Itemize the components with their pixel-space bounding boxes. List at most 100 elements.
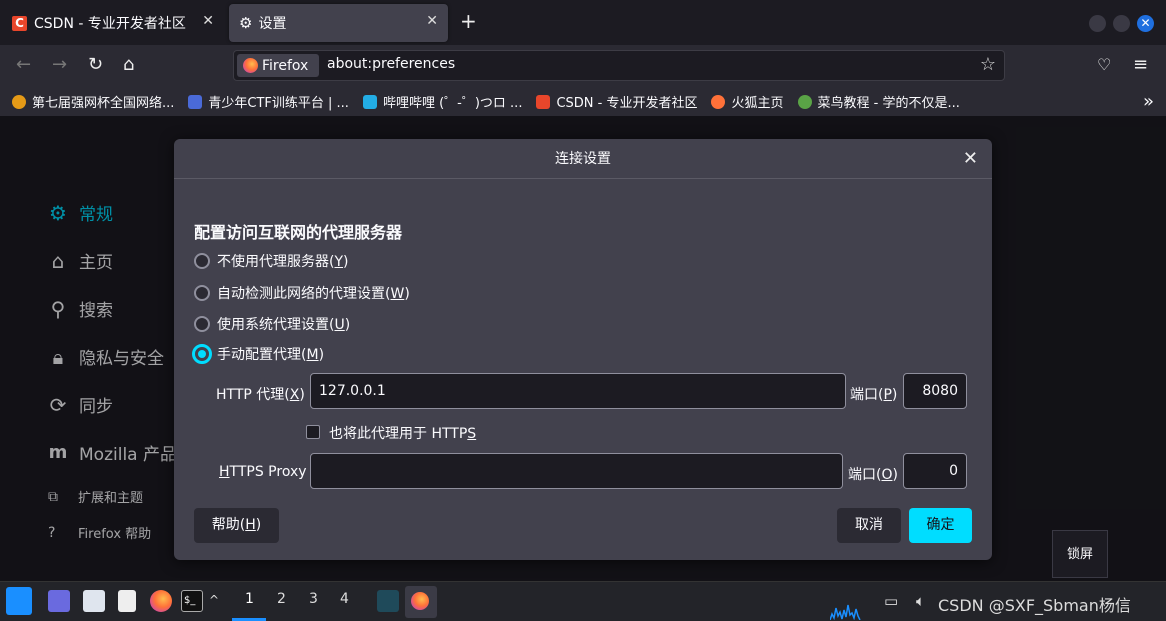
url-bar[interactable]: Firefox about:preferences ☆ (233, 50, 1005, 81)
https-port-label: 端口(O) (848, 467, 898, 483)
maximize-button[interactable] (1113, 15, 1130, 32)
bookmark-label: 火狐主页 (731, 96, 784, 111)
http-proxy-label: HTTP 代理(X) (216, 387, 305, 403)
network-graph (830, 604, 861, 620)
access-key: H (219, 464, 230, 480)
forward-arrow-icon[interactable]: → (52, 54, 67, 76)
bookmark-item[interactable]: CSDN - 专业开发者社区 (536, 92, 697, 111)
also-https-label: 也将此代理用于 HTTPS (329, 423, 476, 443)
text-editor-icon[interactable] (118, 590, 136, 612)
bookmark-star-icon[interactable]: ☆ (980, 54, 996, 75)
bookmark-label: 菜鸟教程 - 学的不仅是... (817, 96, 960, 111)
radio-button[interactable] (194, 316, 210, 332)
http-port-input[interactable]: 8080 (903, 373, 967, 409)
csdn-icon: C (12, 15, 27, 31)
https-proxy-label: HTTPS Proxy (219, 464, 307, 480)
bookmark-item[interactable]: 第七届强网杯全国网络... (12, 92, 174, 111)
firefox-icon (243, 58, 258, 73)
chevron-up-icon[interactable]: ^ (209, 593, 219, 607)
radio-button-selected[interactable] (192, 344, 212, 364)
radio-text-end: ) (404, 286, 410, 302)
access-key: U (334, 317, 345, 333)
access-key: H (245, 517, 256, 533)
radio-system-proxy[interactable]: 使用系统代理设置(U) (194, 314, 350, 334)
volume-icon[interactable]: 🔈︎ (916, 592, 925, 610)
tab-bar: C CSDN - 专业开发者社区 ✕ ⚙ 设置 ✕ + ✕ (0, 0, 1166, 45)
desktop-icon[interactable] (48, 590, 70, 612)
radio-no-proxy[interactable]: 不使用代理服务器(Y) (194, 251, 349, 271)
cancel-button[interactable]: 取消 (837, 508, 901, 543)
bookmark-label: 第七届强网杯全国网络... (32, 96, 175, 111)
radio-manual-proxy[interactable]: 手动配置代理(M) (192, 344, 324, 364)
access-key: X (289, 387, 300, 403)
bookmark-icon (797, 94, 812, 109)
bookmark-icon (711, 94, 726, 109)
also-https-checkbox[interactable] (306, 425, 320, 439)
help-button[interactable]: 帮助(H) (194, 508, 279, 543)
new-tab-button[interactable]: + (460, 11, 477, 31)
workspace-3[interactable]: 3 (309, 591, 318, 607)
close-tab-icon[interactable]: ✕ (426, 13, 438, 29)
http-port-label: 端口(P) (850, 387, 898, 403)
tab-title: CSDN - 专业开发者社区 (34, 16, 186, 32)
radio-button[interactable] (194, 285, 210, 301)
radio-text-end: ) (344, 317, 351, 333)
reload-icon[interactable]: ↻ (88, 54, 103, 76)
bookmarks-bar: 第七届强网杯全国网络... 青少年CTF训练平台 | ... 哔哩哔哩 (゜-゜… (0, 87, 1166, 116)
identity-box[interactable]: Firefox (237, 54, 319, 77)
access-key: Y (334, 254, 344, 270)
bookmark-item[interactable]: 菜鸟教程 - 学的不仅是... (797, 92, 960, 111)
radio-text: 不使用代理服务器( (217, 254, 335, 270)
radio-text: 手动配置代理( (217, 347, 307, 363)
close-tab-icon[interactable]: ✕ (202, 13, 214, 29)
watermark-text: CSDN @SXF_Sbman杨信 (938, 596, 1131, 615)
bookmark-item[interactable]: 哔哩哔哩 (゜-゜)つロ ... (362, 92, 522, 111)
minimize-button[interactable] (1089, 15, 1106, 32)
navigation-bar: ← → ↻ ⌂ Firefox about:preferences ☆ ♡ ≡ (0, 45, 1166, 87)
access-key: M (306, 347, 319, 363)
label-text: HTTP 代理( (216, 387, 290, 403)
dialog-header: 连接设置 ✕ (174, 139, 992, 179)
close-window-button[interactable]: ✕ (1137, 15, 1154, 32)
back-arrow-icon[interactable]: ← (16, 54, 31, 76)
burp-icon[interactable] (377, 590, 399, 612)
dialog-heading: 配置访问互联网的代理服务器 (194, 223, 403, 242)
workspace-1[interactable]: 1 (245, 591, 254, 607)
label-text: TTPS Proxy (229, 464, 307, 480)
https-proxy-input[interactable] (310, 453, 843, 489)
lock-screen-tooltip: 锁屏 (1052, 530, 1108, 578)
terminal-icon[interactable]: $_ (181, 590, 203, 612)
https-port-input[interactable]: 0 (903, 453, 967, 489)
firefox-icon (411, 592, 429, 610)
workspace-2[interactable]: 2 (277, 591, 286, 607)
radio-label: 自动检测此网络的代理设置(W) (217, 283, 410, 303)
http-proxy-input[interactable]: 127.0.0.1 (310, 373, 846, 409)
bookmark-item[interactable]: 火狐主页 (711, 92, 784, 111)
file-manager-icon[interactable] (83, 590, 105, 612)
home-icon[interactable]: ⌂ (123, 54, 134, 76)
ok-button[interactable]: 确定 (909, 508, 972, 543)
close-icon[interactable]: ✕ (963, 139, 978, 179)
screen: C CSDN - 专业开发者社区 ✕ ⚙ 设置 ✕ + ✕ ← → ↻ ⌂ Fi… (0, 0, 1166, 621)
access-key: W (390, 286, 405, 302)
display-icon[interactable]: ▭ (884, 592, 898, 610)
chevron-right-icon[interactable]: » (1143, 91, 1154, 112)
firefox-icon[interactable] (150, 590, 172, 612)
url-text[interactable]: about:preferences (327, 56, 455, 72)
workspace-4[interactable]: 4 (340, 591, 349, 607)
radio-button[interactable] (194, 253, 210, 269)
bookmark-label: 青少年CTF训练平台 | ... (208, 96, 349, 111)
kali-menu-icon[interactable] (6, 587, 32, 615)
tab-settings[interactable]: ⚙ 设置 ✕ (229, 4, 448, 42)
label-text: 端口( (848, 467, 882, 483)
gear-icon: ⚙ (239, 14, 253, 32)
radio-label: 使用系统代理设置(U) (217, 314, 350, 334)
bookmark-item[interactable]: 青少年CTF训练平台 | ... (188, 92, 349, 111)
access-key: S (467, 426, 477, 442)
button-text: 帮助( (211, 517, 246, 533)
menu-icon[interactable]: ≡ (1133, 54, 1148, 76)
pocket-icon[interactable]: ♡ (1097, 54, 1111, 76)
radio-auto-detect[interactable]: 自动检测此网络的代理设置(W) (194, 283, 410, 303)
radio-label: 手动配置代理(M) (217, 344, 324, 364)
tab-csdn[interactable]: C CSDN - 专业开发者社区 ✕ (2, 4, 224, 42)
